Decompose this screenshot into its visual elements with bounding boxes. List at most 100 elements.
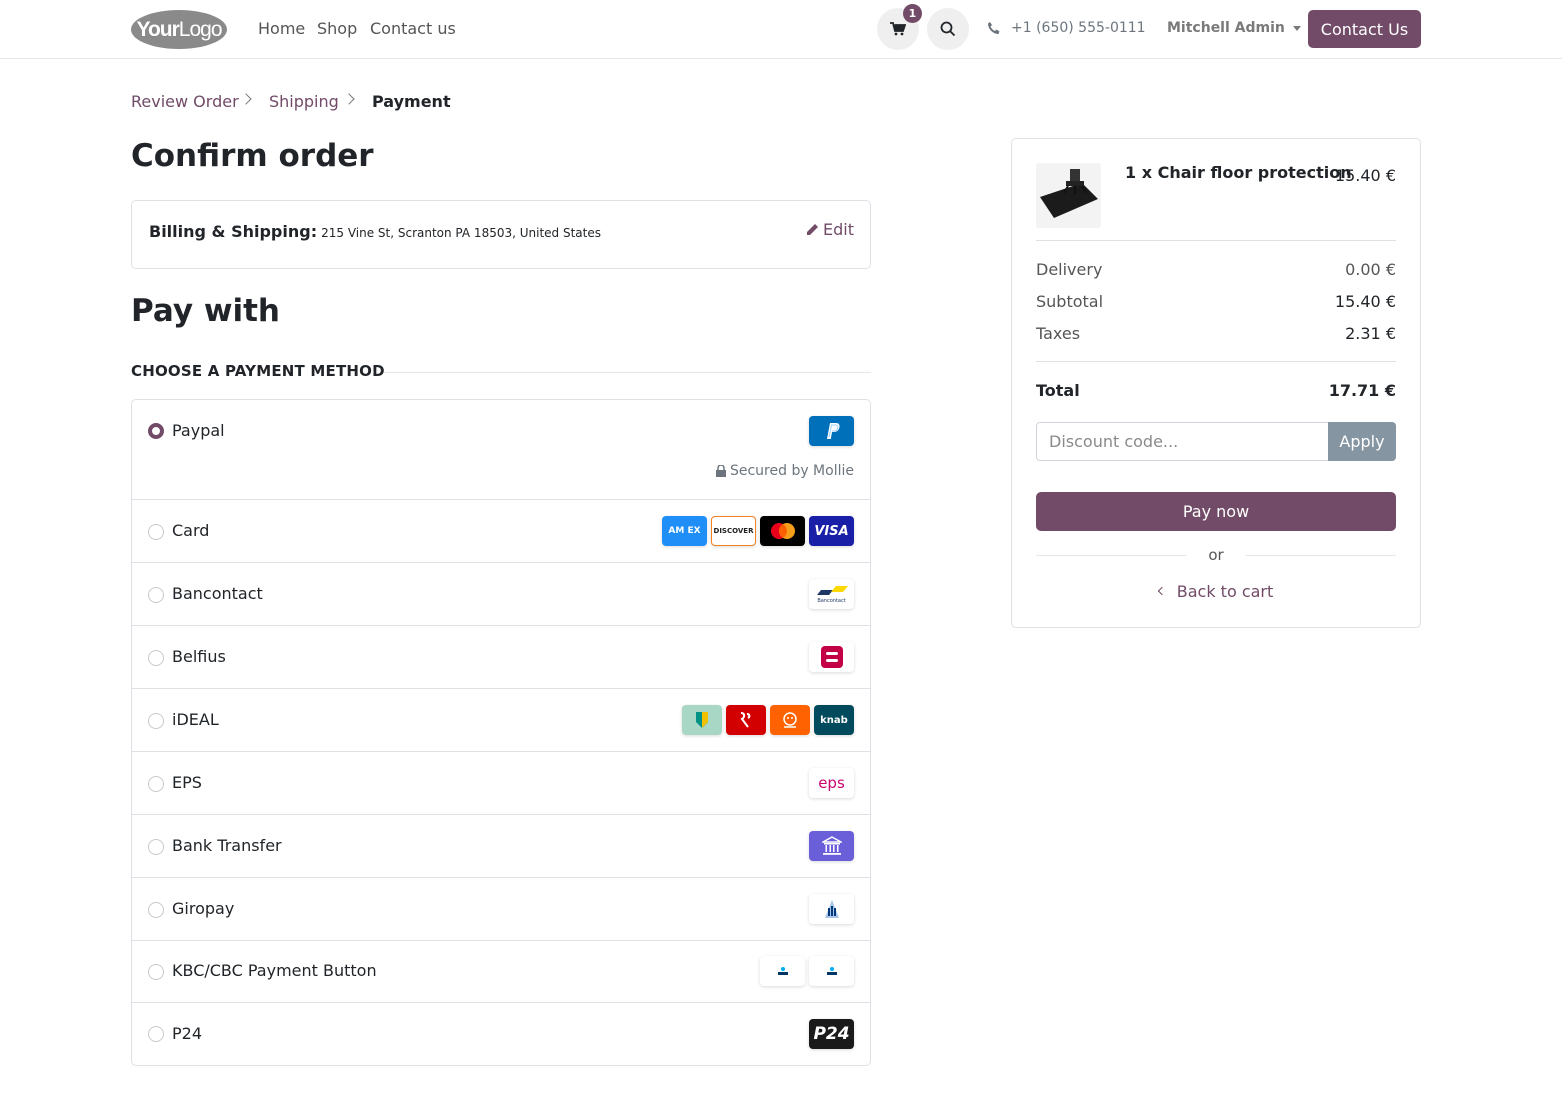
bank-icon xyxy=(809,831,854,861)
product-image[interactable] xyxy=(1036,163,1101,228)
edit-label: Edit xyxy=(823,220,854,239)
kbc-logo-icon xyxy=(760,956,805,986)
amex-logo-icon: AM EX xyxy=(662,516,707,546)
delivery-value: 0.00 € xyxy=(1345,260,1396,279)
payment-method-belfius[interactable]: Belfius xyxy=(132,626,870,689)
logo-text-light: Logo xyxy=(178,17,223,41)
lock-icon xyxy=(715,465,726,477)
rabobank-logo-icon xyxy=(726,705,766,735)
product-name[interactable]: 1 x Chair floor protection xyxy=(1125,163,1352,182)
breadcrumb-review-order[interactable]: Review Order xyxy=(131,92,239,111)
order-summary: 1 x Chair floor protection 15.40 € Deliv… xyxy=(1011,138,1421,628)
taxes-label: Taxes xyxy=(1036,324,1081,343)
payment-radio-eps[interactable] xyxy=(148,776,164,792)
logo-text-bold: Your xyxy=(136,17,180,41)
site-logo[interactable]: Your Logo xyxy=(131,10,227,49)
ing-logo-icon xyxy=(770,705,810,735)
chevron-left-icon xyxy=(1157,586,1166,595)
cbc-logo-icon xyxy=(809,956,854,986)
discount-code-input[interactable] xyxy=(1036,422,1329,461)
billing-shipping-card: Billing & Shipping: 215 Vine St, Scranton… xyxy=(131,200,871,269)
payment-radio-giropay[interactable] xyxy=(148,902,164,918)
phone-link[interactable]: +1 (650) 555-0111 xyxy=(987,20,1146,36)
user-menu[interactable]: Mitchell Admin xyxy=(1167,20,1301,36)
divider xyxy=(384,372,871,373)
chevron-down-icon xyxy=(1292,25,1301,31)
nav-contact-us[interactable]: Contact us xyxy=(370,19,456,38)
choose-payment-method-heading: CHOOSE A PAYMENT METHOD xyxy=(131,362,385,380)
payment-radio-ideal[interactable] xyxy=(148,713,164,729)
payment-radio-belfius[interactable] xyxy=(148,650,164,666)
bancontact-logo-icon: Bancontact xyxy=(809,579,854,609)
payment-method-giropay[interactable]: Giropay xyxy=(132,878,870,941)
payment-method-name: P24 xyxy=(172,1024,203,1043)
secured-by-mollie: Secured by Mollie xyxy=(715,463,854,479)
page-title: Confirm order xyxy=(131,138,374,174)
back-to-cart-link[interactable]: Back to cart xyxy=(1012,582,1420,601)
apply-discount-button[interactable]: Apply xyxy=(1328,422,1396,461)
cart-count-badge: 1 xyxy=(903,4,922,23)
subtotal-label: Subtotal xyxy=(1036,292,1104,311)
search-button[interactable] xyxy=(927,8,969,50)
secured-text: Secured by Mollie xyxy=(729,463,854,479)
payment-method-eps[interactable]: EPS eps xyxy=(132,752,870,815)
payment-radio-kbc-cbc[interactable] xyxy=(148,964,164,980)
payment-method-name: Giropay xyxy=(172,899,235,918)
eps-logo-icon: eps xyxy=(809,768,854,798)
edit-address-link[interactable]: Edit xyxy=(805,220,854,239)
payment-radio-bank-transfer[interactable] xyxy=(148,839,164,855)
chevron-right-icon xyxy=(343,93,355,105)
paypal-logo-icon xyxy=(809,416,854,446)
payment-radio-p24[interactable] xyxy=(148,1026,164,1042)
subtotal-value: 15.40 € xyxy=(1334,292,1396,311)
cart-icon xyxy=(890,22,906,36)
discover-logo-icon: DISCOVER xyxy=(711,516,756,546)
pay-with-heading: Pay with xyxy=(131,293,281,329)
belfius-logo-icon xyxy=(809,642,854,672)
payment-method-name: iDEAL xyxy=(172,710,219,729)
payment-method-card[interactable]: Card AM EX DISCOVER VISA xyxy=(132,500,870,563)
payment-method-name: KBC/CBC Payment Button xyxy=(172,961,377,980)
total-value: 17.71 € xyxy=(1328,381,1396,400)
breadcrumb-shipping[interactable]: Shipping xyxy=(269,92,339,111)
back-to-cart-label: Back to cart xyxy=(1176,582,1274,601)
phone-icon xyxy=(988,22,1000,34)
payment-method-name: Card xyxy=(172,521,210,540)
payment-radio-card[interactable] xyxy=(148,524,164,540)
payment-method-name: Belfius xyxy=(172,647,226,666)
billing-address: 215 Vine St, Scranton PA 18503, United S… xyxy=(321,226,601,240)
site-header: Your Logo Home Shop Contact us 1 +1 (650)… xyxy=(0,0,1562,59)
payment-method-name: Bancontact xyxy=(172,584,263,603)
payment-method-bank-transfer[interactable]: Bank Transfer xyxy=(132,815,870,878)
billing-label: Billing & Shipping: 215 Vine St, Scranton… xyxy=(149,222,601,241)
payment-method-paypal[interactable]: Paypal Secured by Mollie xyxy=(132,400,870,500)
pencil-icon xyxy=(807,223,819,235)
user-name: Mitchell Admin xyxy=(1167,20,1285,36)
taxes-value: 2.31 € xyxy=(1345,324,1396,343)
payment-method-name: EPS xyxy=(172,773,202,792)
payment-method-bancontact[interactable]: Bancontact Bancontact xyxy=(132,563,870,626)
payment-method-ideal[interactable]: iDEAL knab xyxy=(132,689,870,752)
search-icon xyxy=(940,21,956,37)
payment-radio-bancontact[interactable] xyxy=(148,587,164,603)
bancontact-logo-text: Bancontact xyxy=(817,597,846,604)
breadcrumb-payment: Payment xyxy=(372,92,451,111)
mastercard-logo-icon xyxy=(760,516,805,546)
divider xyxy=(1036,361,1396,362)
divider xyxy=(1036,240,1396,241)
knab-logo-icon: knab xyxy=(814,705,854,735)
payment-radio-paypal[interactable] xyxy=(148,423,164,439)
payment-method-name: Bank Transfer xyxy=(172,836,282,855)
nav-home[interactable]: Home xyxy=(258,19,305,38)
contact-us-button[interactable]: Contact Us xyxy=(1308,10,1421,48)
p24-logo-icon: P24 xyxy=(809,1019,854,1049)
abn-amro-logo-icon xyxy=(682,705,722,735)
delivery-label: Delivery xyxy=(1036,260,1103,279)
product-price: 15.40 € xyxy=(1334,166,1396,185)
payment-method-kbc-cbc[interactable]: KBC/CBC Payment Button xyxy=(132,941,870,1003)
nav-shop[interactable]: Shop xyxy=(317,19,357,38)
payment-method-p24[interactable]: P24 P24 xyxy=(132,1003,870,1066)
pay-now-button[interactable]: Pay now xyxy=(1036,492,1396,531)
payment-methods-list: Paypal Secured by Mollie Card AM EX DISC… xyxy=(131,399,871,1066)
billing-label-text: Billing & Shipping: xyxy=(149,222,318,241)
